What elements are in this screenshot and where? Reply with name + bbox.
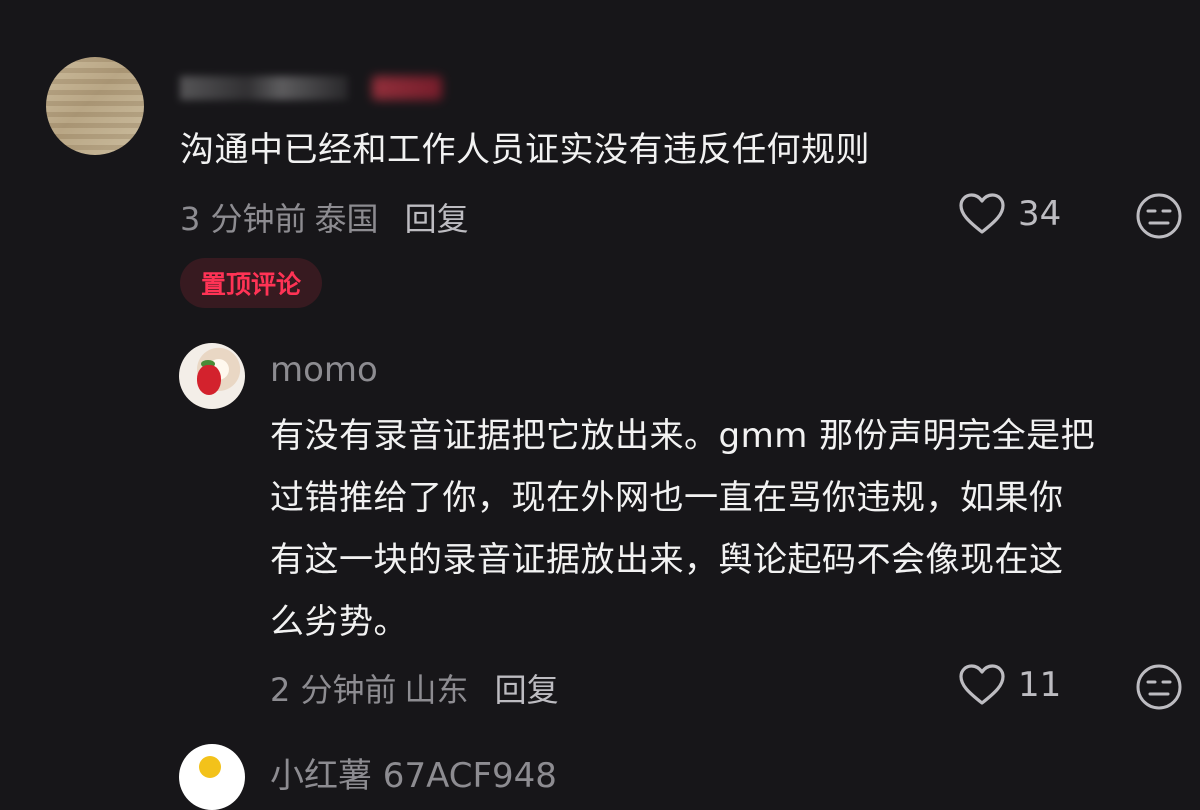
- avatar[interactable]: [179, 744, 245, 810]
- comment-location: 山东: [404, 671, 469, 709]
- like-button[interactable]: 34: [958, 192, 1061, 236]
- author-tag-redacted: [372, 76, 442, 100]
- username-redacted[interactable]: [180, 76, 348, 100]
- avatar[interactable]: [179, 343, 245, 409]
- comment-time: 2 分钟前: [270, 671, 397, 709]
- avatar[interactable]: [46, 57, 144, 155]
- comment-line: 有这一块的录音证据放出来，舆论起码不会像现在这: [270, 540, 1064, 580]
- comment-text: 有没有录音证据把它放出来。gmm 那份声明完全是把 过错推给了你，现在外网也一直…: [270, 405, 1190, 653]
- heart-icon: [959, 193, 1005, 234]
- username[interactable]: 小红薯 67ACF948: [270, 748, 557, 797]
- avatar-strawberry: [197, 365, 221, 395]
- comment-line: 么劣势。: [270, 602, 408, 642]
- like-count: 34: [1018, 194, 1062, 234]
- meh-face-icon: [1136, 193, 1182, 239]
- pinned-comment-badge: 置顶评论: [180, 258, 322, 308]
- username[interactable]: momo: [270, 350, 378, 390]
- like-button[interactable]: 11: [958, 663, 1061, 707]
- avatar-chick: [199, 756, 221, 778]
- comment-line: 过错推给了你，现在外网也一直在骂你违规，如果你: [270, 478, 1064, 518]
- reply-button[interactable]: 回复: [405, 200, 469, 238]
- meh-face-icon: [1136, 664, 1182, 710]
- heart-icon: [959, 664, 1005, 705]
- dislike-button[interactable]: [1135, 192, 1183, 244]
- dislike-button[interactable]: [1135, 663, 1183, 715]
- comment-line: 有没有录音证据把它放出来。gmm 那份声明完全是把: [270, 416, 1096, 456]
- comment-location: 泰国: [314, 200, 379, 238]
- comment-text: 沟通中已经和工作人员证实没有违反任何规则: [180, 130, 870, 170]
- comment-meta: 2 分钟前 山东 回复: [270, 665, 559, 711]
- reply-button[interactable]: 回复: [495, 671, 559, 709]
- comment-time: 3 分钟前: [180, 200, 307, 238]
- comment-meta: 3 分钟前 泰国 回复: [180, 194, 469, 240]
- like-count: 11: [1018, 665, 1062, 705]
